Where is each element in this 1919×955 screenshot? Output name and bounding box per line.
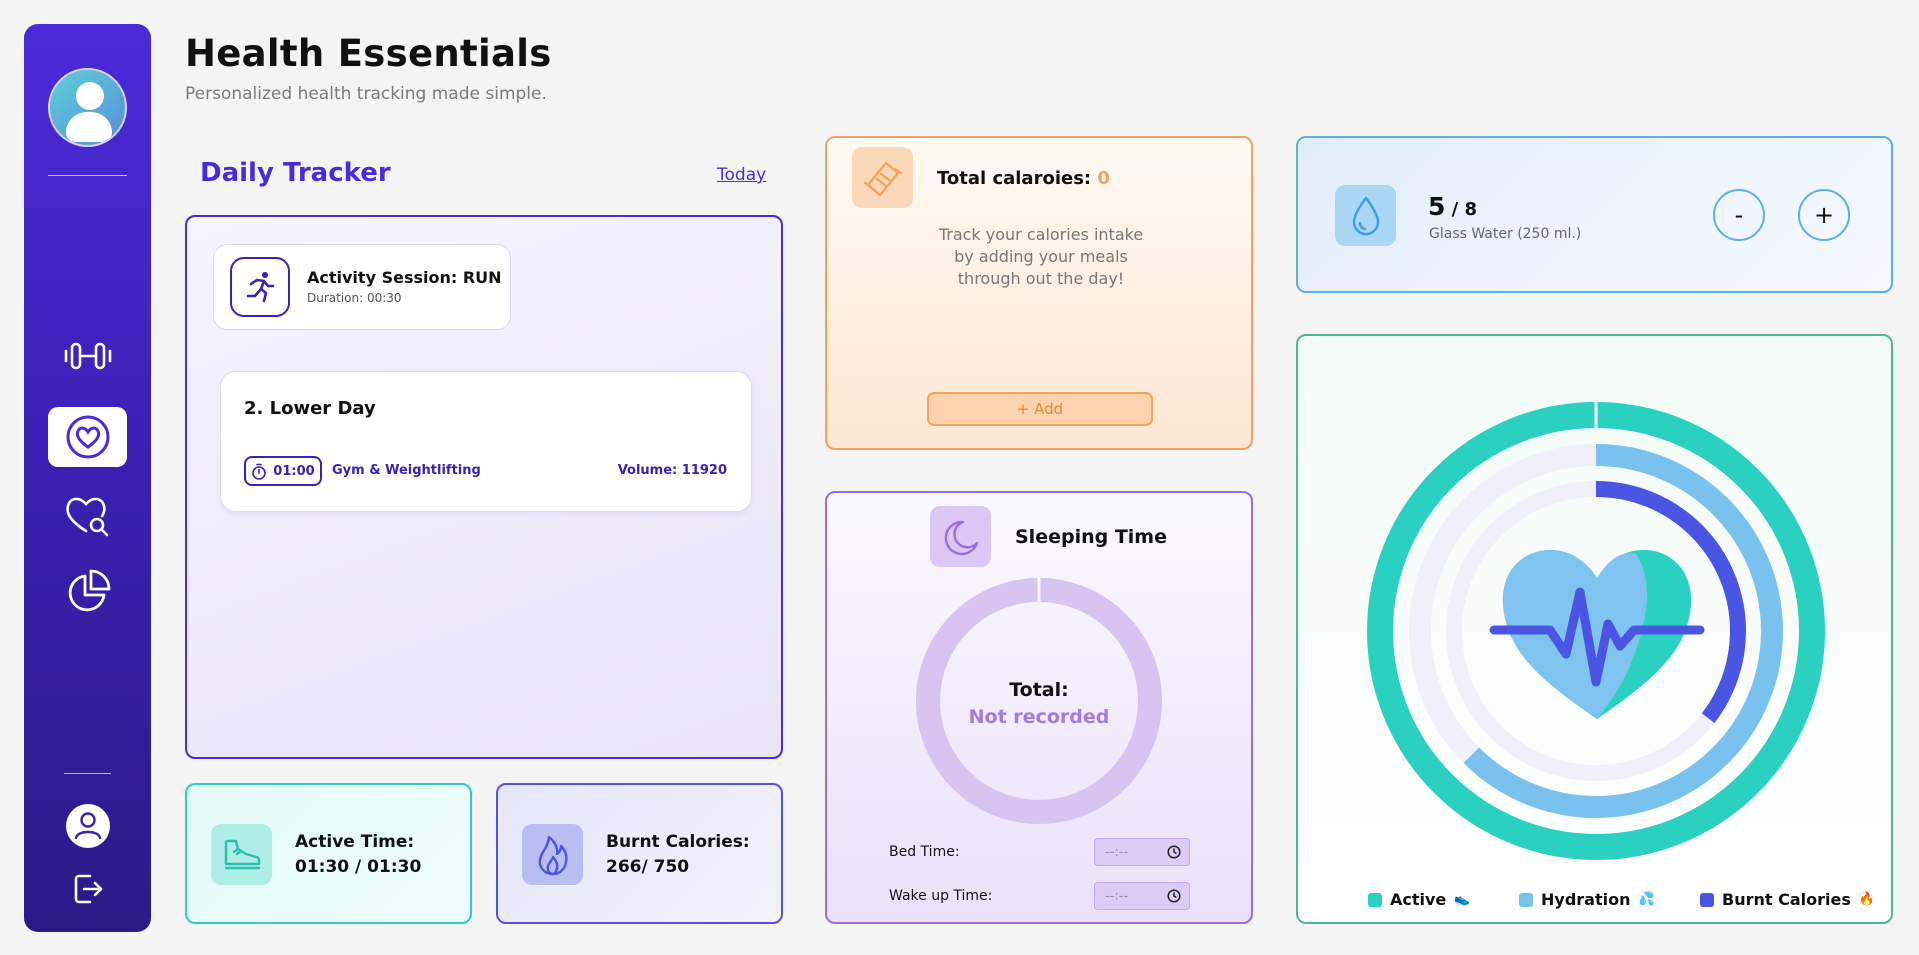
water-intake-card: 5 / 8 Glass Water (250 ml.) - + xyxy=(1296,136,1893,293)
today-link[interactable]: Today xyxy=(717,165,766,185)
active-time-card: Active Time: 01:30 / 01:30 xyxy=(185,783,472,924)
sleeping-time-card: Sleeping Time Total: Not recorded Bed Ti… xyxy=(825,491,1253,924)
add-meal-button[interactable]: + Add xyxy=(927,392,1153,426)
burnt-calories-card: Burnt Calories: 266/ 750 xyxy=(496,783,783,924)
calories-value: 0 xyxy=(1097,168,1110,189)
legend-hydration: Hydration 💦 xyxy=(1519,890,1655,909)
daily-tracker-title: Daily Tracker xyxy=(200,158,391,188)
legend-burnt-calories: Burnt Calories 🔥 xyxy=(1700,890,1875,909)
legend-burnt-calories-label: Burnt Calories xyxy=(1722,890,1851,909)
activity-title: Activity Session: RUN xyxy=(307,268,502,287)
workout-category: Gym & Weightlifting xyxy=(332,463,481,478)
bed-time-label: Bed Time: xyxy=(889,844,960,860)
legend-burnt-calories-swatch xyxy=(1700,892,1714,907)
profile-avatar[interactable] xyxy=(48,68,127,147)
pie-chart-icon xyxy=(68,569,110,612)
sleeping-time-title: Sleeping Time xyxy=(1015,526,1167,548)
clock-icon xyxy=(1167,845,1181,859)
legend-hydration-label: Hydration xyxy=(1541,890,1631,909)
burnt-calories-value: 266/ 750 xyxy=(606,857,690,877)
water-unit: Glass Water (250 ml.) xyxy=(1429,226,1582,242)
activity-rings xyxy=(1367,401,1825,860)
logout-icon xyxy=(74,874,102,904)
moon-icon xyxy=(930,506,991,567)
page-title: Health Essentials xyxy=(185,32,552,75)
sneaker-icon xyxy=(211,824,272,885)
sidebar-item-account[interactable] xyxy=(48,801,127,851)
sidebar-item-reports[interactable] xyxy=(48,562,127,622)
wake-time-label: Wake up Time: xyxy=(889,888,993,904)
calories-title-label: Total calaroies: xyxy=(937,168,1098,189)
droplets-emoji-icon: 💦 xyxy=(1638,892,1655,907)
snack-bar-icon xyxy=(852,147,913,208)
heart-circle-icon xyxy=(66,415,109,459)
sidebar-item-health-search[interactable] xyxy=(48,484,127,544)
legend-active: Active 👟 xyxy=(1368,890,1470,909)
flame-icon xyxy=(522,824,583,885)
calories-card: Total calaroies: 0 Track your calories i… xyxy=(825,136,1253,450)
clock-icon xyxy=(1167,889,1181,903)
running-icon xyxy=(230,257,290,317)
workout-timer-badge: 01:00 xyxy=(244,456,322,486)
workout-name: 2. Lower Day xyxy=(244,398,376,419)
water-decrement-button[interactable]: - xyxy=(1713,189,1765,241)
sleep-total-value: Not recorded xyxy=(968,706,1110,728)
legend-active-swatch xyxy=(1368,892,1382,907)
workout-card[interactable]: 2. Lower Day 01:00 Gym & Weightlifting V… xyxy=(220,371,752,512)
legend-active-label: Active xyxy=(1390,890,1447,909)
sidebar-item-workouts[interactable] xyxy=(48,326,127,386)
user-icon xyxy=(65,804,110,848)
active-time-label: Active Time: xyxy=(295,832,415,852)
activity-duration: Duration: 00:30 xyxy=(307,291,402,305)
avatar-head xyxy=(76,82,104,110)
water-count-total: / 8 xyxy=(1445,199,1478,220)
sidebar-divider-top xyxy=(48,175,127,176)
sleep-total-label: Total: xyxy=(1009,679,1069,701)
burnt-calories-label: Burnt Calories: xyxy=(606,832,750,852)
sleep-total: Total: Not recorded xyxy=(916,677,1162,731)
water-count-value: 5 xyxy=(1428,192,1446,221)
legend-hydration-swatch xyxy=(1519,892,1533,907)
calories-description: Track your calories intake by adding you… xyxy=(938,225,1144,288)
daily-tracker-panel: Activity Session: RUN Duration: 00:30 2.… xyxy=(185,215,783,759)
activity-session-card[interactable]: Activity Session: RUN Duration: 00:30 xyxy=(213,244,511,330)
workout-time: 01:00 xyxy=(273,463,315,479)
heart-search-icon xyxy=(65,497,108,537)
sidebar-item-logout[interactable] xyxy=(48,864,127,914)
activity-rings-card: Active 👟 Hydration 💦 Burnt Calories 🔥 xyxy=(1296,334,1893,924)
water-drop-icon xyxy=(1335,185,1396,246)
sidebar-item-health[interactable] xyxy=(48,407,127,467)
fire-emoji-icon: 🔥 xyxy=(1858,892,1876,907)
water-increment-button[interactable]: + xyxy=(1798,189,1850,241)
workout-volume: Volume: 11920 xyxy=(617,463,727,478)
stopwatch-icon xyxy=(252,463,267,480)
water-count: 5 / 8 xyxy=(1428,192,1477,221)
sidebar-divider-bottom xyxy=(64,773,111,774)
active-time-value: 01:30 / 01:30 xyxy=(295,857,422,877)
sidebar xyxy=(24,24,151,932)
avatar-body xyxy=(66,112,112,142)
bed-time-input[interactable]: --:-- xyxy=(1094,838,1190,866)
sneaker-emoji-icon: 👟 xyxy=(1454,892,1471,907)
dumbbell-icon xyxy=(64,342,111,370)
heart-pulse-icon xyxy=(1489,550,1705,719)
wake-time-input[interactable]: --:-- xyxy=(1094,882,1190,910)
wake-time-placeholder: --:-- xyxy=(1105,888,1129,904)
bed-time-placeholder: --:-- xyxy=(1105,844,1129,860)
page-subtitle: Personalized health tracking made simple… xyxy=(185,84,547,104)
calories-title: Total calaroies: 0 xyxy=(937,168,1110,189)
